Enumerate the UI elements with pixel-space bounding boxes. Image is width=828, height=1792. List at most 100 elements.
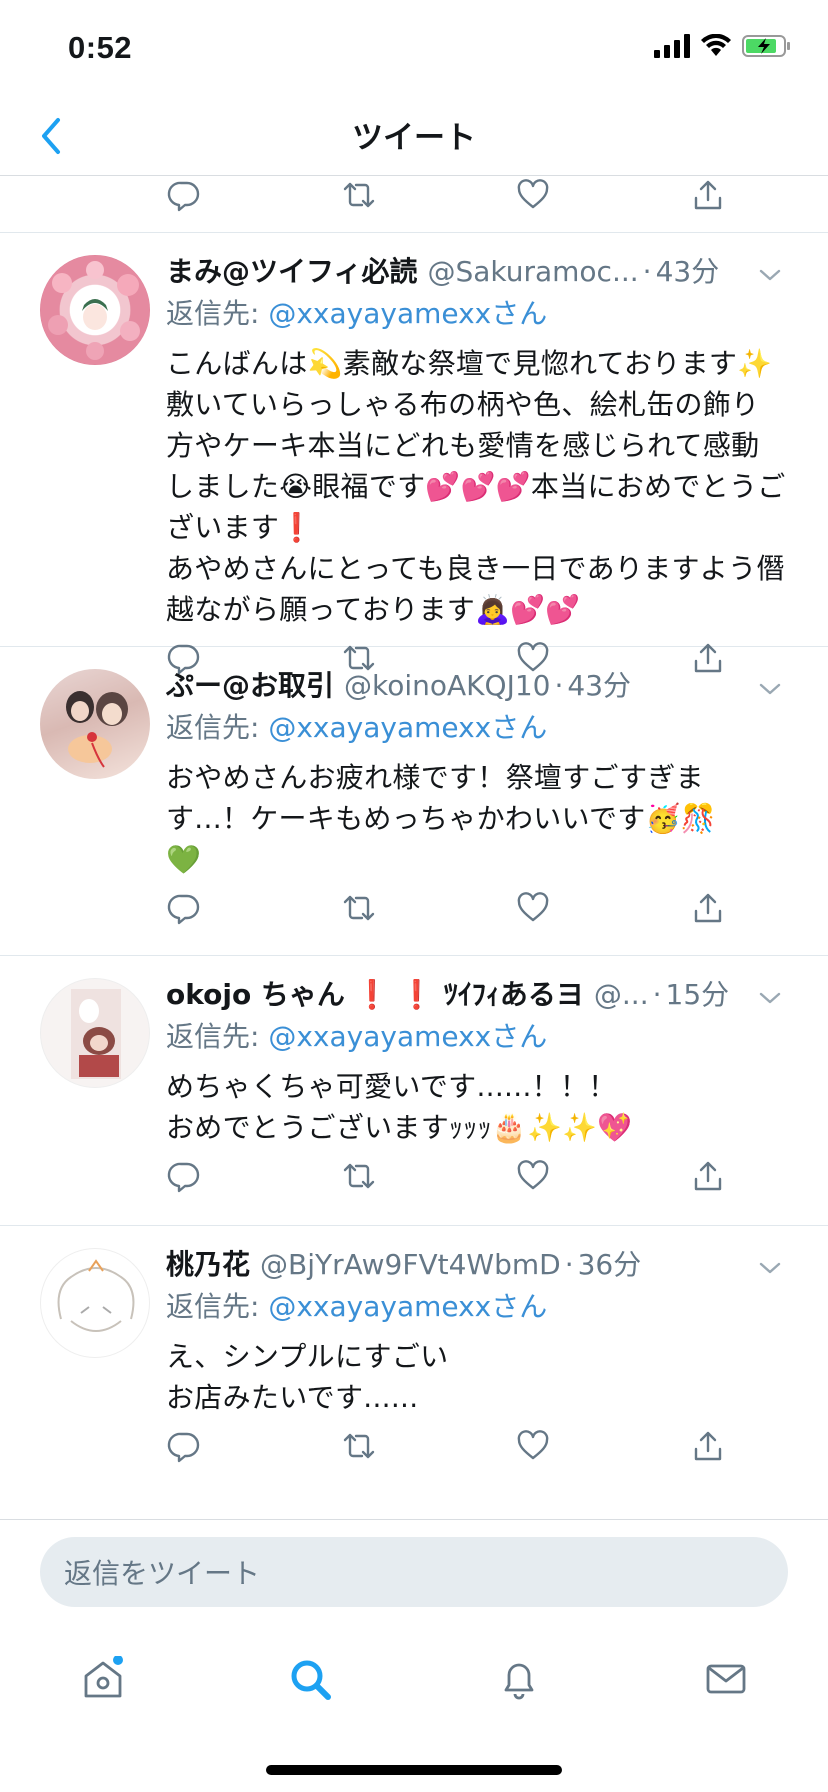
reply-icon bbox=[167, 1162, 200, 1193]
notifications-icon bbox=[504, 1663, 534, 1700]
heart-icon bbox=[517, 1430, 549, 1460]
like-button[interactable] bbox=[515, 177, 551, 213]
tweet-text: え、シンプルにすごい お店みたいです...... bbox=[166, 1340, 449, 1414]
battery-charging-icon bbox=[742, 35, 790, 57]
reply-to-line: 返信先: @xxayayamexxさん bbox=[166, 293, 786, 335]
timestamp: 43分 bbox=[655, 255, 720, 288]
avatar[interactable] bbox=[40, 978, 150, 1088]
navigation-bar: ツイート bbox=[0, 100, 828, 176]
user-handle: @BjYrAw9FVt4WbmD bbox=[260, 1248, 561, 1281]
tab-notifications[interactable] bbox=[489, 1649, 549, 1709]
wifi-icon bbox=[701, 34, 731, 56]
display-name[interactable]: まみ@ツイフィ必読 bbox=[166, 251, 417, 293]
previous-tweet-actions bbox=[0, 177, 828, 233]
tweet[interactable]: ぷー@お取引 @koinoAKQJ10 · 43分 返信先: @xxayayam… bbox=[0, 647, 828, 956]
chevron-down-icon[interactable] bbox=[758, 263, 782, 287]
reply-button[interactable] bbox=[166, 1428, 202, 1464]
share-icon bbox=[694, 893, 722, 923]
tweet-text: おやめさんお疲れ様です！祭壇すごすぎます...！ケーキもめっちゃかわいいです🥳🎊… bbox=[166, 761, 716, 876]
heart-icon bbox=[517, 1160, 549, 1190]
share-icon bbox=[694, 1431, 722, 1461]
retweet-button[interactable] bbox=[341, 1158, 377, 1194]
reply-icon bbox=[167, 894, 200, 925]
like-button[interactable] bbox=[515, 1158, 551, 1194]
heart-icon bbox=[517, 179, 549, 209]
reply-button[interactable] bbox=[166, 177, 202, 213]
retweet-icon bbox=[343, 1433, 374, 1459]
separator: · bbox=[642, 255, 652, 288]
cellular-signal-icon bbox=[654, 34, 690, 58]
tweet[interactable]: 桃乃花 @BjYrAw9FVt4WbmD · 36分 返信先: @xxayaya… bbox=[0, 1226, 828, 1486]
share-icon bbox=[694, 180, 722, 210]
reply-to-line: 返信先: @xxayayamexxさん bbox=[166, 1286, 786, 1328]
timestamp: 15分 bbox=[665, 978, 730, 1011]
reply-to-line: 返信先: @xxayayamexxさん bbox=[166, 1016, 786, 1058]
user-handle: @Sakuramoc... bbox=[427, 255, 639, 288]
display-name[interactable]: 桃乃花 bbox=[166, 1244, 250, 1286]
tab-search[interactable] bbox=[280, 1649, 340, 1709]
retweet-icon bbox=[343, 182, 374, 208]
tweet-actions bbox=[166, 890, 786, 952]
reply-to-line: 返信先: @xxayayamexxさん bbox=[166, 707, 786, 749]
reply-mention-link[interactable]: @xxayayamexxさん bbox=[268, 1290, 547, 1323]
reply-icon bbox=[167, 1432, 200, 1463]
like-button[interactable] bbox=[515, 1428, 551, 1464]
user-handle: @koinoAKQJ10 bbox=[344, 669, 551, 702]
tweet[interactable]: okojo ちゃん ❗ ❗ ﾂｲﾌｨあるヨ @... · 15分 返信先: @x… bbox=[0, 956, 828, 1226]
reply-mention-link[interactable]: @xxayayamexxさん bbox=[268, 1020, 547, 1053]
tweet-header: まみ@ツイフィ必読 @Sakuramoc... · 43分 bbox=[166, 251, 766, 293]
avatar[interactable] bbox=[40, 669, 150, 779]
retweet-button[interactable] bbox=[341, 1428, 377, 1464]
reply-input[interactable]: 返信をツイート bbox=[40, 1537, 788, 1607]
reply-icon bbox=[167, 181, 200, 212]
tweet-text: めちゃくちゃ可愛いです......！！！ おめでとうございますｯｯｯ🎂✨✨💖 bbox=[166, 1070, 633, 1144]
reply-feed[interactable]: まみ@ツイフィ必読 @Sakuramoc... · 43分 返信先: @xxay… bbox=[0, 177, 828, 1519]
reply-button[interactable] bbox=[166, 1158, 202, 1194]
chevron-down-icon[interactable] bbox=[758, 677, 782, 701]
avatar[interactable] bbox=[40, 255, 150, 365]
share-button[interactable] bbox=[690, 890, 726, 926]
page-title: ツイート bbox=[352, 120, 476, 156]
display-name[interactable]: okojo ちゃん ❗ ❗ ﾂｲﾌｨあるヨ bbox=[166, 974, 584, 1016]
chevron-down-icon[interactable] bbox=[758, 1256, 782, 1280]
tweet[interactable]: まみ@ツイフィ必読 @Sakuramoc... · 43分 返信先: @xxay… bbox=[0, 233, 828, 675]
separator: · bbox=[652, 978, 662, 1011]
reply-composer-bar: 返信をツイート bbox=[0, 1519, 828, 1629]
tweet-header: ぷー@お取引 @koinoAKQJ10 · 43分 bbox=[166, 665, 766, 707]
reply-prefix: 返信先: bbox=[166, 711, 269, 744]
home-icon bbox=[84, 1656, 123, 1698]
status-icons bbox=[654, 34, 792, 58]
avatar-image bbox=[57, 1259, 135, 1332]
share-button[interactable] bbox=[690, 1428, 726, 1464]
home-indicator[interactable] bbox=[266, 1765, 562, 1775]
tab-messages[interactable] bbox=[696, 1649, 756, 1709]
tab-home[interactable] bbox=[73, 1649, 133, 1709]
user-handle: @... bbox=[593, 978, 649, 1011]
retweet-icon bbox=[343, 1163, 374, 1189]
search-icon bbox=[291, 1660, 331, 1700]
tweet-text: こんばんは💫素敵な祭壇で見惚れております✨敷いていらっしゃる布の柄や色、絵札缶の… bbox=[166, 347, 786, 626]
tweet-header: okojo ちゃん ❗ ❗ ﾂｲﾌｨあるヨ @... · 15分 bbox=[166, 974, 766, 1016]
tweet-actions bbox=[166, 1158, 786, 1220]
retweet-icon bbox=[343, 895, 374, 921]
share-button[interactable] bbox=[690, 1158, 726, 1194]
retweet-button[interactable] bbox=[341, 177, 377, 213]
reply-mention-link[interactable]: @xxayayamexxさん bbox=[268, 297, 547, 330]
display-name[interactable]: ぷー@お取引 bbox=[166, 665, 334, 707]
timestamp: 43分 bbox=[567, 669, 632, 702]
avatar-image bbox=[48, 261, 140, 360]
tab-bar bbox=[0, 1629, 828, 1759]
reply-mention-link[interactable]: @xxayayamexxさん bbox=[268, 711, 547, 744]
reply-prefix: 返信先: bbox=[166, 297, 269, 330]
reply-prefix: 返信先: bbox=[166, 1020, 269, 1053]
tweet-actions bbox=[166, 1428, 786, 1490]
tweet-header: 桃乃花 @BjYrAw9FVt4WbmD · 36分 bbox=[166, 1244, 766, 1286]
status-bar: 0:52 bbox=[0, 0, 828, 100]
separator: · bbox=[564, 1248, 574, 1281]
like-button[interactable] bbox=[515, 890, 551, 926]
retweet-button[interactable] bbox=[341, 890, 377, 926]
chevron-down-icon[interactable] bbox=[758, 986, 782, 1010]
reply-button[interactable] bbox=[166, 890, 202, 926]
share-button[interactable] bbox=[690, 177, 726, 213]
avatar[interactable] bbox=[40, 1248, 150, 1358]
